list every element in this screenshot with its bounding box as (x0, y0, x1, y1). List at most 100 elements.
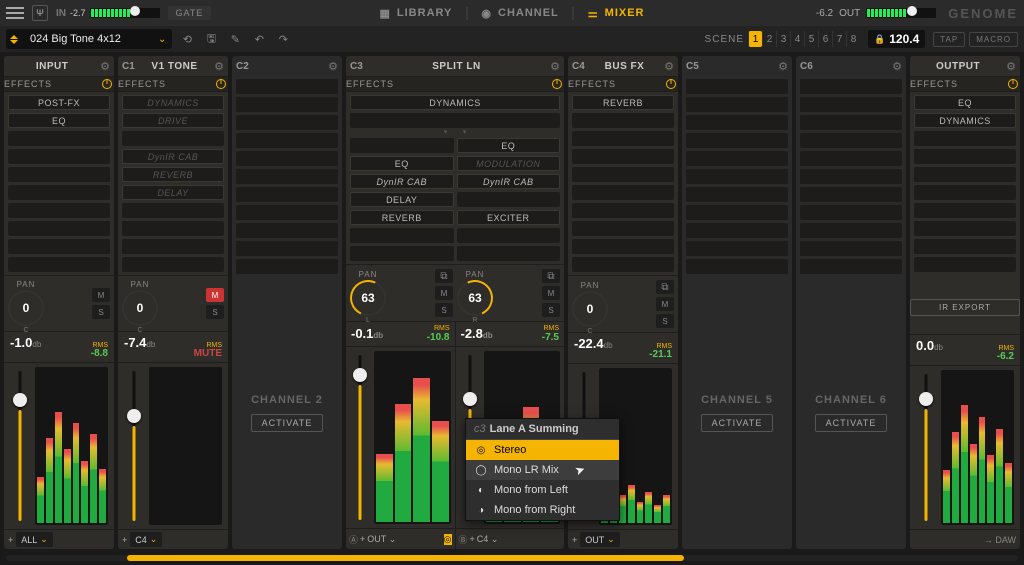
gear-icon[interactable]: ⚙ (100, 60, 110, 73)
fx-slot[interactable]: EQ (8, 113, 110, 128)
solo-button[interactable]: S (542, 303, 560, 317)
fx-slot[interactable] (8, 167, 110, 182)
fx-slot[interactable] (8, 149, 110, 164)
activate-button[interactable]: ACTIVATE (815, 414, 888, 432)
add-icon[interactable]: + (470, 534, 475, 544)
activate-button[interactable]: ACTIVATE (701, 414, 774, 432)
fx-slot[interactable]: DynIR CAB (350, 174, 454, 189)
reload-button[interactable]: ⟲ (178, 30, 196, 48)
undo-button[interactable]: ↶ (250, 30, 268, 48)
fx-slot[interactable] (122, 203, 224, 218)
scene-8[interactable]: 8 (846, 31, 860, 47)
scene-5[interactable]: 5 (804, 31, 818, 47)
fx-slot[interactable]: DELAY (122, 185, 224, 200)
save-button[interactable]: 🖫 (202, 30, 220, 48)
in-gain-knob[interactable] (130, 6, 140, 16)
in-meter[interactable] (90, 8, 160, 18)
scene-1[interactable]: 1 (748, 31, 762, 47)
route-chip[interactable]: OUT ⌄ (367, 534, 396, 545)
solo-button[interactable]: S (206, 305, 224, 319)
fx-slot[interactable]: EQ (457, 138, 561, 153)
gear-icon[interactable]: ⚙ (328, 60, 338, 73)
menu-item-stereo[interactable]: ◎Stereo (466, 440, 619, 460)
fx-slot[interactable]: DELAY (350, 192, 454, 207)
preset-selector[interactable]: 024 Big Tone 4x12 ⌄ (6, 29, 172, 49)
fx-slot[interactable] (122, 257, 224, 272)
fader-l[interactable] (350, 351, 370, 524)
route-chip[interactable]: C4 ⌄ (477, 534, 499, 545)
mute-button[interactable]: M (206, 288, 224, 302)
scene-3[interactable]: 3 (776, 31, 790, 47)
fx-slot[interactable] (8, 203, 110, 218)
pan-knob-r[interactable]: 63R (457, 280, 493, 316)
fx-slot[interactable] (122, 221, 224, 236)
gate-button[interactable]: GATE (168, 6, 212, 20)
scene-6[interactable]: 6 (818, 31, 832, 47)
stereo-icon[interactable]: ◎ (444, 534, 452, 545)
fx-slot[interactable]: MODULATION (457, 156, 561, 171)
macro-button[interactable]: MACRO (969, 32, 1018, 47)
scene-2[interactable]: 2 (762, 31, 776, 47)
edit-button[interactable]: ✎ (226, 30, 244, 48)
pan-knob[interactable]: 0C (572, 291, 608, 327)
menu-item-mono-left[interactable]: ◐Mono from Left (466, 480, 619, 500)
add-icon[interactable]: + (360, 534, 365, 544)
route-chip[interactable]: C4 ⌄ (130, 532, 162, 547)
route-chip[interactable]: OUT ⌄ (580, 532, 620, 547)
fx-slot[interactable]: EQ (914, 95, 1016, 110)
fx-slot[interactable] (8, 221, 110, 236)
gear-icon[interactable]: ⚙ (550, 60, 560, 73)
fx-slot[interactable] (122, 131, 224, 146)
fx-slot[interactable]: DynIR CAB (457, 174, 561, 189)
tab-mixer[interactable]: ⚌MIXER (574, 7, 659, 20)
power-icon[interactable] (666, 79, 676, 89)
mute-button[interactable]: M (435, 286, 453, 300)
scene-7[interactable]: 7 (832, 31, 846, 47)
fx-slot[interactable]: REVERB (122, 167, 224, 182)
fx-slot[interactable] (350, 113, 560, 128)
gear-icon[interactable]: ⚙ (664, 60, 674, 73)
gear-icon[interactable]: ⚙ (892, 60, 902, 73)
fader[interactable] (10, 367, 30, 525)
fx-slot[interactable] (122, 239, 224, 254)
fader[interactable] (916, 370, 936, 525)
menu-item-mono-lr[interactable]: ◯Mono LR Mix (466, 460, 619, 480)
redo-button[interactable]: ↷ (274, 30, 292, 48)
fx-slot[interactable]: DRIVE (122, 113, 224, 128)
link-button[interactable]: ⧉ (656, 280, 674, 294)
fx-slot[interactable] (8, 131, 110, 146)
fx-slot[interactable]: EXCITER (457, 210, 561, 225)
fx-slot[interactable]: DYNAMICS (350, 95, 560, 110)
gear-icon[interactable]: ⚙ (778, 60, 788, 73)
add-icon[interactable]: + (8, 535, 13, 545)
preset-arrows[interactable] (6, 35, 22, 44)
fx-slot[interactable]: EQ (350, 156, 454, 171)
fx-slot[interactable]: REVERB (350, 210, 454, 225)
fx-slot[interactable]: POST-FX (8, 95, 110, 110)
tab-library[interactable]: ▦LIBRARY (366, 7, 468, 20)
power-icon[interactable] (1008, 79, 1018, 89)
activate-button[interactable]: ACTIVATE (251, 414, 324, 432)
add-icon[interactable]: + (572, 535, 577, 545)
link-button[interactable]: ⧉ (435, 269, 453, 283)
chevron-down-icon[interactable]: ⌄ (152, 34, 172, 45)
tap-button[interactable]: TAP (933, 32, 965, 47)
pan-knob-l[interactable]: 63L (350, 280, 386, 316)
solo-button[interactable]: S (435, 303, 453, 317)
mute-button[interactable]: M (92, 288, 110, 302)
power-icon[interactable] (102, 79, 112, 89)
pan-knob[interactable]: 0C (8, 290, 44, 326)
route-chip[interactable]: ALL ⌄ (16, 532, 53, 547)
gear-icon[interactable]: ⚙ (1006, 60, 1016, 73)
out-gain-knob[interactable] (907, 6, 917, 16)
fx-slot[interactable] (8, 239, 110, 254)
solo-button[interactable]: S (656, 314, 674, 328)
power-icon[interactable] (216, 79, 226, 89)
solo-button[interactable]: S (92, 305, 110, 319)
horizontal-scrollbar[interactable] (6, 555, 1018, 561)
fx-slot[interactable]: DYNAMICS (914, 113, 1016, 128)
mute-button[interactable]: M (542, 286, 560, 300)
power-icon[interactable] (552, 79, 562, 89)
pan-knob[interactable]: 0C (122, 290, 158, 326)
fx-slot[interactable] (8, 185, 110, 200)
